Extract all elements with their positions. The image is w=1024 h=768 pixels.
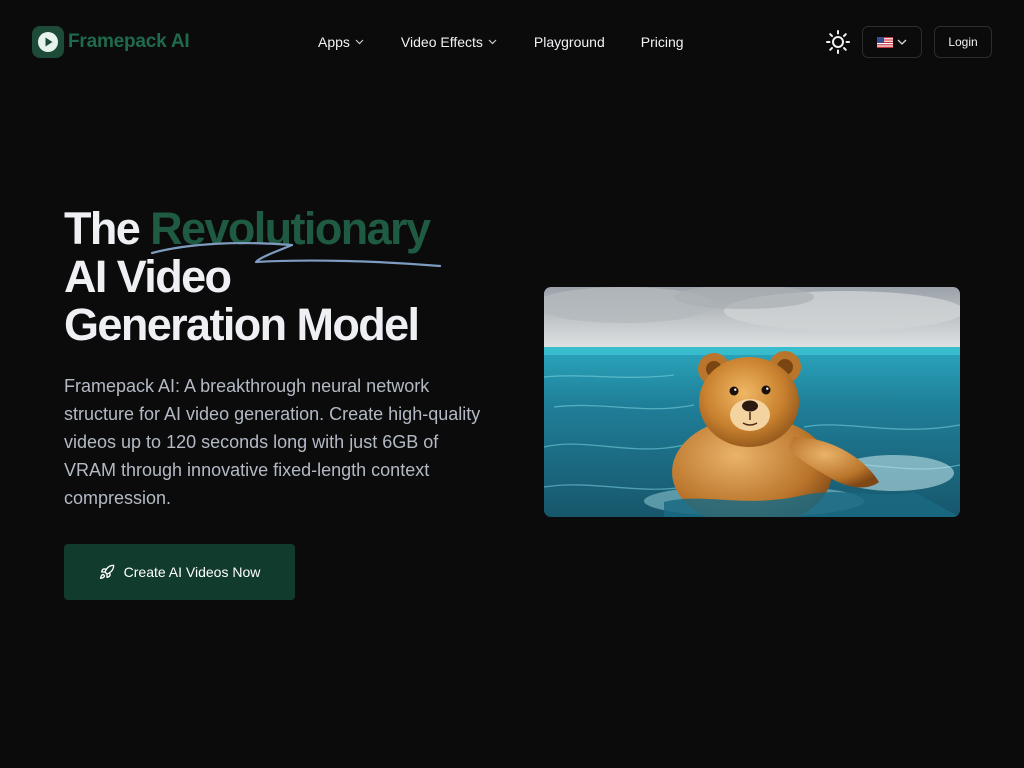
chevron-down-icon [897,39,907,45]
hero-title-prefix: The [64,203,151,254]
nav-item-video-effects[interactable]: Video Effects [401,32,497,52]
theme-toggle-button[interactable] [825,29,851,55]
sun-icon [826,30,850,54]
teddy-bear-ocean-image [544,287,960,517]
brand-logo-link[interactable]: Framepack AI [32,26,190,58]
create-videos-button[interactable]: Create AI Videos Now [64,544,295,600]
nav-item-label: Pricing [640,34,684,50]
nav-item-pricing[interactable]: Pricing [641,32,684,52]
main-nav: Apps Video Effects Playground Pricing [318,32,684,52]
nav-item-playground[interactable]: Playground [534,32,605,52]
play-logo-icon [32,26,64,58]
hero-video-preview[interactable] [544,287,960,517]
hero-title-accent-wrap: Revolutionary [150,203,442,268]
us-flag-icon [877,36,893,48]
cta-label: Create AI Videos Now [123,564,261,580]
login-button[interactable]: Login [934,26,992,58]
site-header: Framepack AI Apps Video Effects Playgrou… [0,0,1024,84]
chevron-down-icon [488,39,497,45]
nav-item-label: Playground [533,34,605,50]
nav-item-apps[interactable]: Apps [318,32,364,52]
brand-name: Framepack AI [68,31,190,52]
language-select[interactable] [862,26,922,58]
nav-item-label: Apps [318,34,350,50]
hero-title-accent: Revolutionary [150,203,431,254]
chevron-down-icon [355,39,364,45]
hero-description: Framepack AI: A breakthrough neural netw… [64,376,481,508]
hero-title-line2: AI Video [64,251,232,302]
rocket-icon [99,564,115,580]
hero-title: The Revolutionary AI Video Generation Mo… [64,205,504,349]
nav-item-label: Video Effects [400,34,483,50]
hero-title-line3: Generation Model [64,299,420,350]
